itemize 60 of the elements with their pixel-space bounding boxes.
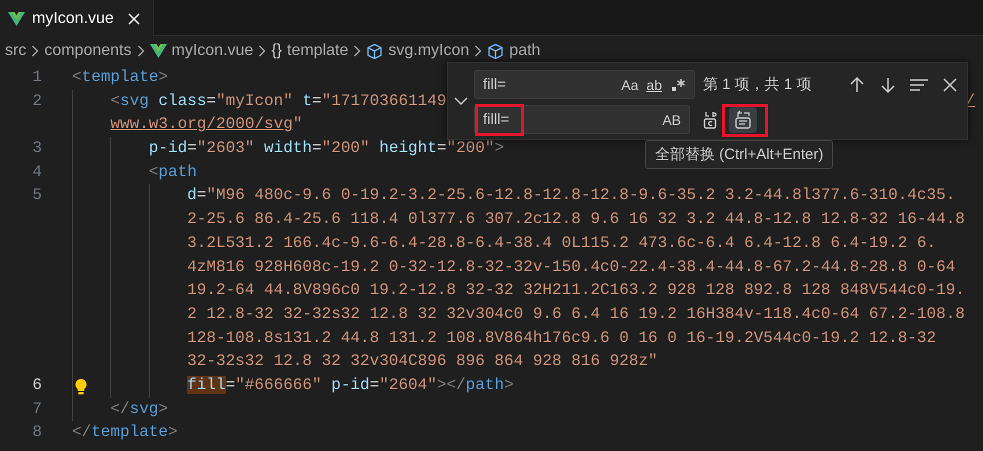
code-line: d="M96 480c-9.6 0-19.2-3.2-25.6-12.8-12.8-12.8-9.6-35.2 3.2-44.8l377.6-310.4c35. <box>187 185 956 206</box>
line-number: 1 <box>31 67 42 88</box>
line-number: 7 <box>31 398 42 420</box>
chevron-icon <box>353 45 362 57</box>
preserve-case-toggle[interactable]: AB <box>658 110 685 130</box>
code-line: <template> <box>72 67 168 88</box>
code-line: <svg class="myIcon" t="171703661149 <box>110 90 446 112</box>
breadcrumb-item[interactable]: template <box>287 42 348 60</box>
code-line: 128-108.8s131.2 44.8 131.2 108.8V864h176c9.6 0 16 0 16-19.2V544c0-19.2 12.8-32 <box>187 328 936 349</box>
close-icon <box>126 12 141 26</box>
code-line: www.w3.org/2000/svg" <box>110 114 302 136</box>
tooltip: 全部替换 (Ctrl+Alt+Enter) <box>645 140 834 169</box>
breadcrumb-item[interactable]: myIcon.vue <box>172 42 254 60</box>
breadcrumb-item[interactable]: path <box>509 42 540 60</box>
editor-tab[interactable]: myIcon.vue <box>0 0 154 37</box>
line-number: 2 <box>31 90 42 112</box>
match-count: 第 1 项，共 1 项 <box>703 75 812 94</box>
line-number: 3 <box>31 138 42 160</box>
code-line: 19.2-64 44.8V896c0 19.2-12.8 32-32 32H211.2C163.2 928 128 892.8 128 848V544c0-19. <box>187 280 965 302</box>
line-number: 8 <box>31 422 42 444</box>
code-line: 32-32s32 12.8 32 32v304C896 896 864 928 816 928z" <box>187 351 658 372</box>
whole-word-toggle[interactable]: ab <box>642 74 666 94</box>
cube-icon <box>487 42 504 60</box>
braces-icon: {} <box>271 42 282 60</box>
regex-icon <box>670 76 686 92</box>
code-line: 2-25.6 86.4-25.6 118.4 0l377.6 307.2c12.8 9.6 16 32 3.2 44.8-12.8 12.8-32 16-44.8 <box>187 209 965 230</box>
chevron-icon <box>31 45 40 57</box>
chevron-icon <box>258 45 266 57</box>
line-number: 6 <box>31 374 42 396</box>
code-line: p-id="2603" width="200" height="200"> <box>148 138 504 160</box>
chevron-icon <box>136 45 144 57</box>
replace-field[interactable]: filll= AB <box>474 105 690 134</box>
lines-icon <box>908 76 928 92</box>
case-toggle[interactable]: Aa <box>617 74 642 94</box>
arrow-up-icon <box>848 76 866 94</box>
line-number: 5 <box>31 185 42 206</box>
breadcrumb-item[interactable]: components <box>44 42 132 60</box>
replace-all-button[interactable] <box>729 106 757 132</box>
code-line: 2 12.8-32 32-32s32 12.8 32 32v304c0 9.6 6.4 16 19.2 16H384v-118.4c0-64 67.2-108.8 <box>187 304 965 325</box>
line-number: 4 <box>31 162 42 183</box>
close-icon <box>942 76 958 92</box>
code-line: </svg> <box>110 398 168 420</box>
chevron-icon <box>474 45 482 57</box>
find-field[interactable]: fill= Aa ab <box>474 70 695 99</box>
highlight-box <box>722 104 768 137</box>
lightbulb-icon[interactable] <box>74 378 88 395</box>
breadcrumb-item[interactable]: src <box>5 42 26 60</box>
code-line: 3.2L531.2 166.4c-9.6-6.4-28.8-6.4-38.4 0L115.2 473.6c-6.4 6.4-12.8 6.4-19.2 6. <box>187 232 936 254</box>
vue-file-icon <box>8 12 25 26</box>
replace-all-icon <box>733 110 753 130</box>
code-line: 4zM816 928H608c-19.2 0-32-12.8-32-32v-150.4c0-22.4-38.4-44.8-67.2-44.8-28.8 0-64 <box>187 256 956 278</box>
arrow-down-icon <box>878 76 896 94</box>
replace-icon <box>702 110 718 130</box>
highlight-box <box>475 104 524 136</box>
breadcrumb-item[interactable]: svg.myIcon <box>388 42 470 60</box>
code-line: <path <box>148 162 197 183</box>
code-line: </template> <box>72 422 178 444</box>
code-line: fill="#666666" p-id="2604"></path> <box>187 374 514 396</box>
cube-icon <box>366 42 384 60</box>
vue-icon <box>150 44 166 58</box>
